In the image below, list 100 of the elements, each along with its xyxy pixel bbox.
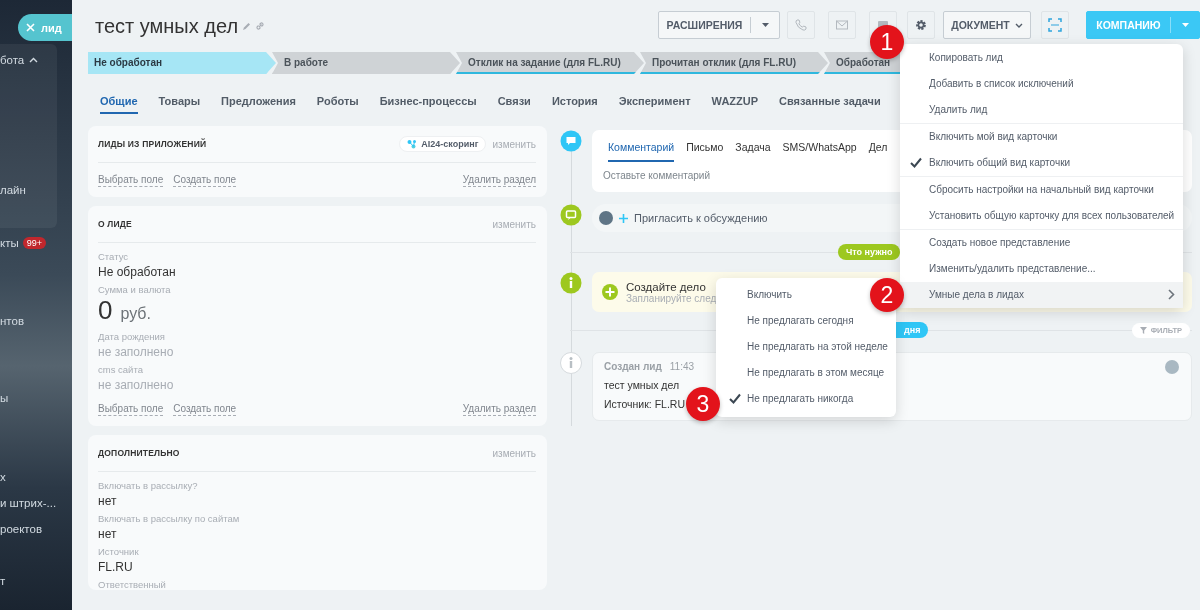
scan-icon: [1048, 18, 1062, 32]
tab[interactable]: История: [551, 86, 598, 114]
settings-icon: [914, 18, 928, 32]
composer-tab[interactable]: Дел: [868, 141, 888, 162]
check-icon: [729, 392, 741, 404]
menu-item[interactable]: Создать новое представление: [900, 228, 1183, 256]
sidebar-item[interactable]: роектов: [0, 519, 42, 539]
chevron-icon: [1014, 22, 1023, 28]
tab[interactable]: Связанные задачи: [779, 86, 881, 114]
field-value: Не обработан: [98, 265, 177, 279]
caret-icon: [1181, 23, 1189, 27]
composer-tab[interactable]: Письмо: [686, 141, 724, 162]
composer-tab[interactable]: SMS/WhatsApp: [782, 141, 857, 162]
currency-value: руб.: [120, 305, 151, 323]
menu-item[interactable]: Удалить лид: [900, 96, 1183, 124]
menu-item[interactable]: Сбросить настройки на начальный вид карточки: [900, 175, 1183, 203]
delete-section-link[interactable]: Удалить раздел: [462, 402, 536, 416]
stage-step[interactable]: Отклик на задание (для FL.RU): [456, 52, 644, 74]
menu-item[interactable]: Включить мой вид карточки: [900, 123, 1183, 150]
mail-button[interactable]: [828, 11, 856, 39]
field-action-link[interactable]: Создать поле: [173, 402, 237, 416]
field-value: нет: [98, 494, 118, 508]
chevron-right-icon: [1168, 289, 1175, 301]
section-title: О ЛИДЕ: [98, 219, 133, 229]
composer-tab[interactable]: Комментарий: [608, 141, 675, 162]
field-action-link[interactable]: Выбрать поле: [98, 173, 164, 187]
field-label: Включать в рассылку?: [98, 480, 199, 491]
scan-button[interactable]: [1041, 11, 1069, 39]
menu-item[interactable]: Умные дела в лидах: [900, 281, 1183, 308]
sidebar-item[interactable]: т: [0, 571, 6, 591]
menu-item[interactable]: Не предлагать на этой неделе: [716, 333, 896, 360]
field-label: Статус: [98, 251, 130, 262]
tab[interactable]: Бизнес-процессы: [379, 86, 477, 114]
amount-value: 0: [98, 295, 113, 326]
stage-step[interactable]: Прочитан отклик (для FL.RU): [640, 52, 828, 74]
menu-item[interactable]: Не предлагать в этом месяце: [716, 359, 896, 386]
section-title: ЛИДЫ ИЗ ПРИЛОЖЕНИЙ: [98, 139, 208, 149]
avatar-icon: [599, 211, 613, 225]
caret-icon: [761, 23, 769, 27]
sidebar-item[interactable]: бота: [0, 50, 25, 70]
page-title: тест умных дел: [95, 14, 239, 38]
tab[interactable]: Эксперимент: [618, 86, 691, 114]
tab[interactable]: Предложения: [221, 86, 296, 114]
pencil-icon: [242, 21, 252, 31]
delete-section-link[interactable]: Удалить раздел: [462, 173, 536, 187]
event-time: 11:43: [669, 361, 695, 372]
field-label: Сумма и валюта: [98, 284, 172, 295]
tab[interactable]: Общие: [100, 86, 138, 114]
sidebar-item[interactable]: и штрих-...: [0, 493, 57, 513]
section-pill: Что нужно: [838, 244, 901, 260]
event-text: тест умных дел: [604, 379, 680, 391]
field-action-link[interactable]: Создать поле: [173, 173, 237, 187]
section-title: ДОПОЛНИТЕЛЬНО: [98, 448, 181, 458]
menu-item[interactable]: Добавить в список исключений: [900, 70, 1183, 97]
stage-step[interactable]: В работе: [272, 52, 460, 74]
composer-tab[interactable]: Задача: [735, 141, 771, 162]
tab[interactable]: Связи: [497, 86, 531, 114]
chat-icon: [560, 204, 582, 226]
tab[interactable]: Товары: [158, 86, 201, 114]
plus-icon[interactable]: [602, 284, 618, 300]
sidebar-item[interactable]: кты: [0, 233, 19, 253]
event-title: Создан лид: [604, 361, 662, 372]
field-action-link[interactable]: Выбрать поле: [98, 402, 164, 416]
todo-subtitle: Запланируйте след: [626, 292, 717, 304]
sidebar-item[interactable]: х: [0, 467, 6, 487]
field-label: Включать в рассылку по сайтам: [98, 513, 241, 524]
menu-item[interactable]: Включить общий вид карточки: [900, 149, 1183, 176]
menu-item[interactable]: Установить общую карточку для всех пользователей: [900, 202, 1183, 229]
document-button[interactable]: ДОКУМЕНТ: [943, 11, 1031, 39]
close-icon: [26, 23, 35, 32]
extensions-button[interactable]: РАСШИРЕНИЯ: [658, 11, 780, 39]
sidebar-item[interactable]: нтов: [0, 311, 24, 331]
settings-button[interactable]: [907, 11, 935, 39]
tab[interactable]: Роботы: [316, 86, 359, 114]
counter-badge: 99+: [22, 237, 46, 249]
link-icon: [255, 21, 266, 31]
field-value: нет: [98, 527, 118, 541]
date-pill: дня: [896, 322, 929, 338]
stage-step[interactable]: Не обработан: [88, 52, 276, 74]
comment-field[interactable]: Оставьте комментарий: [603, 170, 883, 181]
sidebar-item[interactable]: ы: [0, 388, 9, 408]
plus-icon: [619, 213, 628, 223]
comment-icon: [560, 130, 582, 152]
field-label: cms сайта: [98, 364, 144, 375]
todo-title: Создайте дело: [626, 280, 707, 293]
field-label: Дата рождения: [98, 331, 166, 342]
sidebar-item[interactable]: лайн: [0, 180, 26, 200]
field-value: не заполнено: [98, 378, 175, 392]
invite-link[interactable]: Пригласить к обсуждению: [634, 212, 768, 224]
tab[interactable]: WAZZUP: [711, 86, 759, 114]
field-value: FL.RU: [98, 560, 134, 574]
phone-button[interactable]: [787, 11, 815, 39]
avatar-icon: [1165, 360, 1179, 374]
field-label: Ответственный: [98, 579, 167, 590]
nodes-icon: [407, 139, 418, 149]
field-value: не заполнено: [98, 345, 175, 359]
phone-icon: [794, 18, 808, 32]
app-badge[interactable]: AI24-скоринг: [399, 136, 487, 152]
mail-icon: [835, 18, 849, 32]
event-text: Источник: FL.RU: [604, 398, 685, 410]
